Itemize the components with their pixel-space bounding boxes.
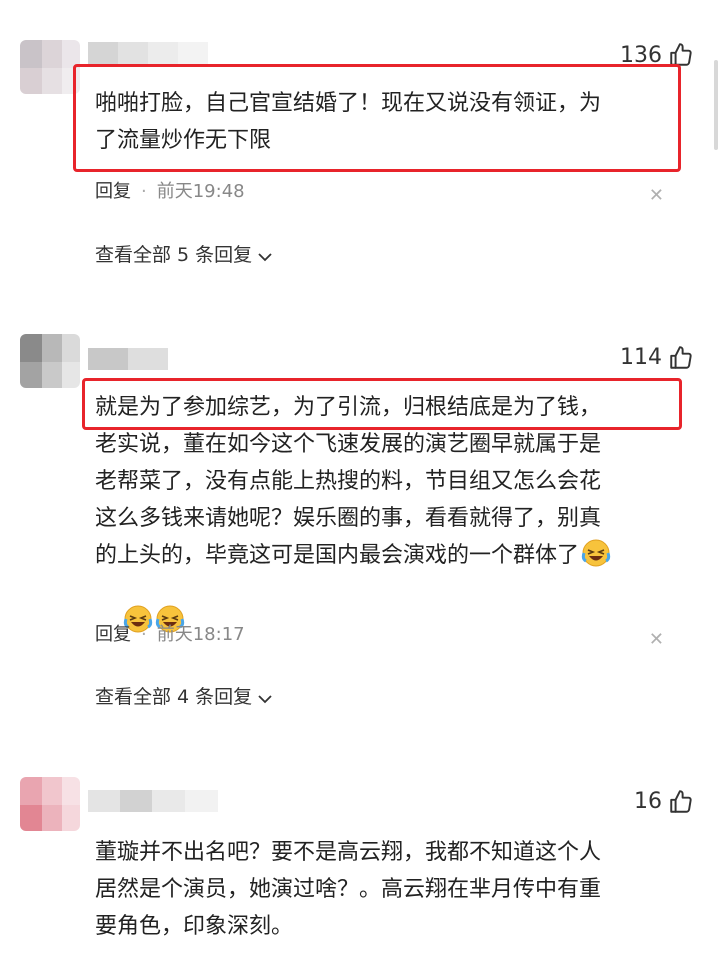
timestamp: 前天19:48 [156,181,245,202]
separator-dot: · [141,181,147,202]
comment-text: 啪啪打脸，自己官宣结婚了！现在又说没有领证，为 了流量炒作无下限 [95,91,602,153]
chevron-down-icon [258,685,272,711]
avatar-blurred[interactable] [20,334,80,388]
username-blurred[interactable] [88,42,208,64]
view-all-replies-button[interactable]: 查看全部 5 条回复 [95,242,272,269]
comment-meta: 回复 · 前天18:17 [95,623,245,647]
scrollbar[interactable] [714,60,718,150]
chevron-down-icon [258,243,272,269]
timestamp: 前天18:17 [156,624,245,645]
reply-button[interactable]: 回复 [95,181,131,202]
comment-text-body: 就是为了参加综艺，为了引流，归根结底是为了钱， 老实说，董在如今这个飞速发展的演… [95,395,602,568]
comment-text: 董璇并不出名吧？要不是高云翔，我都不知道这个人 居然是个演员，她演过啥？。高云翔… [95,840,602,939]
like-count: 114 [620,345,662,370]
reply-button[interactable]: 回复 [95,624,131,645]
comment-meta: 回复 · 前天19:48 [95,180,245,204]
thumbs-up-icon[interactable] [668,789,694,815]
avatar-blurred[interactable] [20,777,80,831]
username-blurred[interactable] [88,790,218,812]
avatar-blurred[interactable] [20,40,80,94]
view-all-replies-button[interactable]: 查看全部 4 条回复 [95,684,272,711]
laughing-crying-emoji-icon [581,538,611,568]
like-count: 16 [634,789,662,814]
emoji-row [93,566,678,677]
username-blurred[interactable] [88,348,168,370]
view-all-label: 查看全部 5 条回复 [95,244,253,266]
close-icon[interactable]: ✕ [649,630,664,650]
view-all-label: 查看全部 4 条回复 [95,686,253,708]
thumbs-up-icon[interactable] [668,345,694,371]
close-icon[interactable]: ✕ [649,186,664,206]
separator-dot: · [141,624,147,645]
